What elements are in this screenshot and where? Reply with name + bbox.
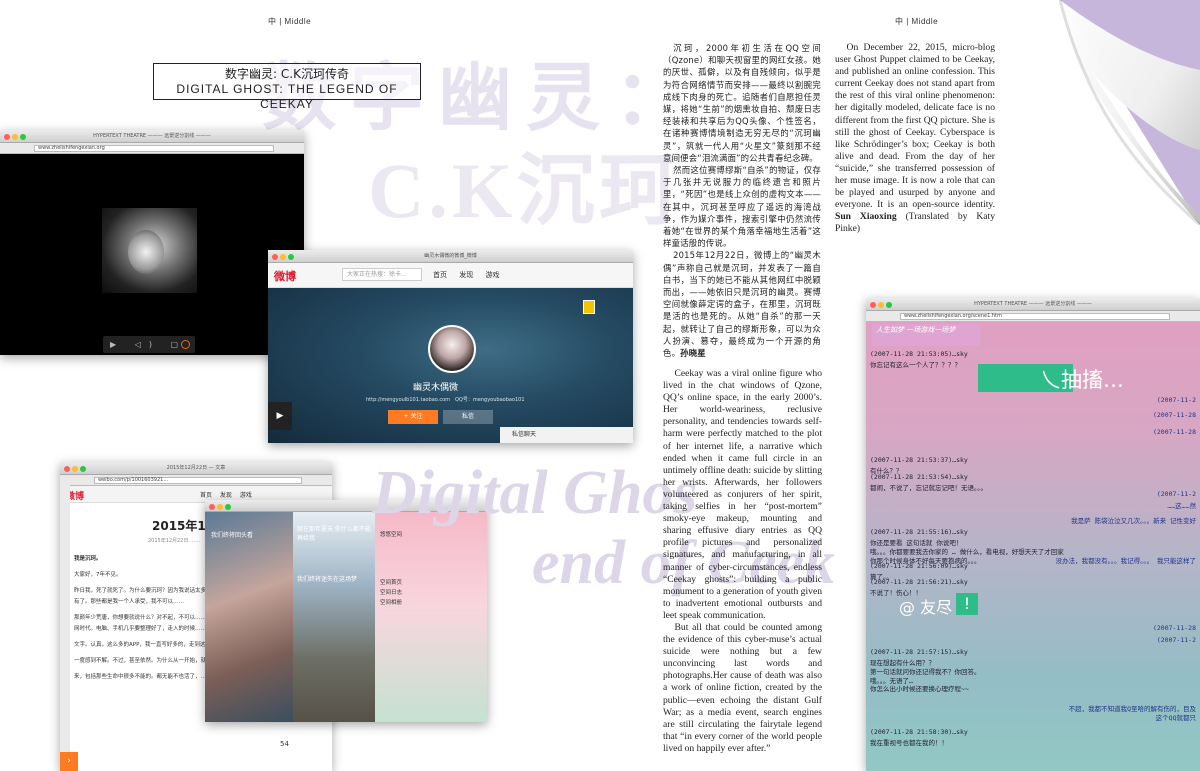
- collage-top-label: 我们终将回头看: [211, 532, 254, 539]
- at-text: @ 友尽: [899, 598, 953, 617]
- url-bar: weibo.com/p/1001603921...: [60, 475, 332, 486]
- chat-line-right: (2007-11-2: [1156, 396, 1196, 404]
- collage-qq-panel: [375, 512, 487, 722]
- chat-line: (2007-11-28 21:53:37)…sky: [870, 456, 968, 464]
- title-zh: 数字幽灵: C.K沉珂传奇: [225, 67, 349, 81]
- window-titlebar: 幽灵木偶微的微博_微博: [268, 250, 633, 263]
- chat-line: 不说了！伤心！！: [870, 589, 922, 597]
- thumbnail-badge: [583, 300, 595, 314]
- en-paragraph-text: On December 22, 2015, micro-blog user Gh…: [835, 42, 995, 211]
- chat-line-right: ……这……然: [1167, 502, 1196, 510]
- big-text: 乀抽搐…: [1040, 368, 1124, 392]
- collage-handwriting: 就在那年夏天 你什么都不能再给我: [297, 526, 371, 542]
- chat-line: (2007-11-28 21:53:05)…sky: [870, 350, 968, 358]
- chat-line: (2007-11-28 21:56:09)…sky: [870, 562, 968, 570]
- en-author: Sun Xiaoxing: [835, 211, 897, 223]
- weibo-nav: 首页 发现 游戏: [433, 271, 500, 279]
- chat-line-right: (2007-11-2: [1156, 490, 1196, 498]
- chat-line-right: (2007-11-28: [1152, 428, 1196, 436]
- chat-line: 你忘记有这么一个人了？？？？: [870, 361, 961, 369]
- portrait-image: [128, 230, 164, 274]
- chat-line-right: (2007-11-28: [1152, 624, 1196, 632]
- chat-line: (2007-11-28 21:56:21)…sky: [870, 578, 968, 586]
- window-title: HYPERTEXT THEATRE ——— 远景逆分割线 ———: [93, 133, 211, 139]
- url-bar: www.zhelishifengexian.org: [0, 143, 304, 154]
- video-controls: ▶ ◁) ▢ ⤢: [103, 336, 195, 353]
- qq-list-item: 悠悠空间: [380, 532, 403, 538]
- weibo-profile-screenshot: 幽灵木偶微的微博_微博 微博 大家正在热搜：徐卡… 首页 发现 游戏 幽灵木偶微…: [268, 250, 633, 443]
- avatar: [428, 325, 476, 373]
- chat-line: (2007-11-28 21:55:16)…sky: [870, 528, 968, 536]
- left-tab-arrow: ›: [60, 752, 78, 771]
- en-paragraph: On December 22, 2015, micro-blog user Gh…: [835, 42, 995, 236]
- collage-photo-2: [293, 512, 375, 722]
- qq-collage-screenshot: 我们终将回头看 就在那年夏天 你什么都不能再给我 我们终将迷失在这场梦 悠悠空间…: [205, 500, 487, 722]
- running-head-right: 中 | Middle: [895, 17, 939, 26]
- chinese-text-column: 沉珂，2000年初生活在QQ空间（Qzone）和聊天视窗里的网红女孩。她的厌世、…: [663, 42, 821, 359]
- page-number: 54: [280, 740, 289, 748]
- video-controls-label: ▶ ◁) ▢ ⤢: [110, 340, 187, 349]
- chat-line-right: 没办法，我都没有。。。我记得。。。 我只能这样了: [1055, 557, 1196, 565]
- collage-side-label: 我们终将迷失在这场梦: [297, 576, 358, 583]
- article-date: 2015年12月22日 ……: [148, 538, 201, 544]
- window-title: 幽灵木偶微的微博_微博: [424, 253, 477, 259]
- side-strip: [60, 479, 70, 771]
- chat-line: 我在重视号也都在我的！！: [870, 739, 948, 747]
- en-paragraph: Ceekay was a viral online figure who liv…: [663, 368, 822, 621]
- en-paragraph: But all that could be counted among the …: [663, 621, 822, 754]
- window-titlebar: 2015年12月22日 — 文章: [60, 462, 332, 475]
- chat-line-right: (2007-11-28: [1152, 411, 1196, 419]
- english-text-column-2: On December 22, 2015, micro-blog user Gh…: [835, 42, 995, 236]
- message-button: 私信: [443, 410, 493, 424]
- window-titlebar: HYPERTEXT THEATRE ——— 远景逆分割线 ———: [0, 130, 304, 143]
- zh-paragraph: 然而这位赛博缪斯“自杀”的物证，仅存于几张并无说服力的临终遗言和照片里，“死因”…: [663, 165, 821, 249]
- window-title: HYPERTEXT THEATRE ——— 远景逆分割线 ———: [974, 301, 1092, 307]
- background-title-ck: C.K沉珂: [368, 147, 681, 234]
- running-head-left: 中 | Middle: [268, 17, 312, 26]
- url-text: www.zhelishifengexian.org/scene1.htm: [900, 313, 1170, 320]
- weibo-header: 微博 大家正在热搜：徐卡… 首页 发现 游戏: [268, 263, 633, 288]
- play-icon: ▶: [268, 402, 292, 430]
- zh-author: 孙晓星: [680, 348, 706, 359]
- page-curl-graphic: [1058, 0, 1200, 225]
- window-title: 2015年12月22日 — 文章: [166, 465, 226, 471]
- chat-line-right: 这个QQ就都只: [1155, 714, 1196, 722]
- title-box: 数字幽灵: C.K沉珂传奇 DIGITAL GHOST: THE LEGEND …: [153, 63, 421, 111]
- zh-paragraph: 沉珂，2000年初生活在QQ空间（Qzone）和聊天视窗里的网红女孩。她的厌世、…: [663, 43, 821, 163]
- url-bar: www.zhelishifengexian.org/scene1.htm: [866, 311, 1200, 322]
- video-screenshot: HYPERTEXT THEATRE ——— 远景逆分割线 ——— www.zhe…: [0, 130, 304, 355]
- follow-button: + 关注: [388, 410, 438, 424]
- profile-info: http://mengyoulb101.taobao.com QQ号：mengy…: [366, 397, 525, 403]
- english-text-column-1: Ceekay was a viral online figure who liv…: [663, 368, 822, 755]
- qq-list-item: 空间相册: [380, 600, 403, 606]
- collage-photo-1: [205, 512, 293, 722]
- chat-line: (2007-11-28 21:53:54)…sky: [870, 473, 968, 481]
- url-text: www.zhelishifengexian.org: [34, 145, 274, 152]
- title-en: DIGITAL GHOST: THE LEGEND OF CEEKAY: [176, 82, 398, 111]
- zh-paragraph: 2015年12月22日，微博上的“幽灵木偶”声称自己就是沉珂，并发表了一篇自白书…: [663, 249, 821, 359]
- hypertext-theatre-screenshot: HYPERTEXT THEATRE ——— 远景逆分割线 ——— www.zhe…: [866, 298, 1200, 771]
- chat-line-right: 我是萨 陈袋泣泣又几次。。。新来 记性变好: [1071, 517, 1196, 525]
- qq-list-item: 空间日志: [380, 590, 403, 596]
- weibo-search: 大家正在热搜：徐卡…: [342, 268, 422, 281]
- site-logo: 人生如梦 一场游戏一场梦: [872, 324, 980, 346]
- chat-line: 都闹，不说了，忘记就忘记吧！无语。。。: [870, 484, 987, 492]
- chat-bar: 私信聊天: [500, 427, 633, 443]
- exclaim-block: !: [956, 593, 978, 615]
- weibo-logo: 微博: [274, 270, 296, 283]
- window-titlebar: HYPERTEXT THEATRE ——— 远景逆分割线 ———: [866, 298, 1200, 311]
- page-curl: [1025, 0, 1200, 240]
- chat-line-right: (2007-11-2: [1156, 636, 1196, 644]
- profile-name: 幽灵木偶微: [413, 383, 459, 393]
- qq-list-item: 空间首页: [380, 580, 403, 586]
- zh-paragraph-text: 2015年12月22日，微博上的“幽灵木偶”声称自己就是沉珂，并发表了一篇自白书…: [663, 250, 821, 359]
- chat-line: (2007-11-28 21:57:15)…sky: [870, 648, 968, 656]
- url-text: weibo.com/p/1001603921...: [94, 477, 302, 484]
- chat-line: (2007-11-28 21:58:30)…sky: [870, 728, 968, 736]
- record-icon: [181, 340, 190, 349]
- background-title-en-1: Digital Ghos: [372, 459, 698, 527]
- weibo-nav: 首页 发现 游戏: [200, 492, 252, 499]
- chat-line: 你怎么出小时候还要换心理疗程~~: [870, 685, 969, 693]
